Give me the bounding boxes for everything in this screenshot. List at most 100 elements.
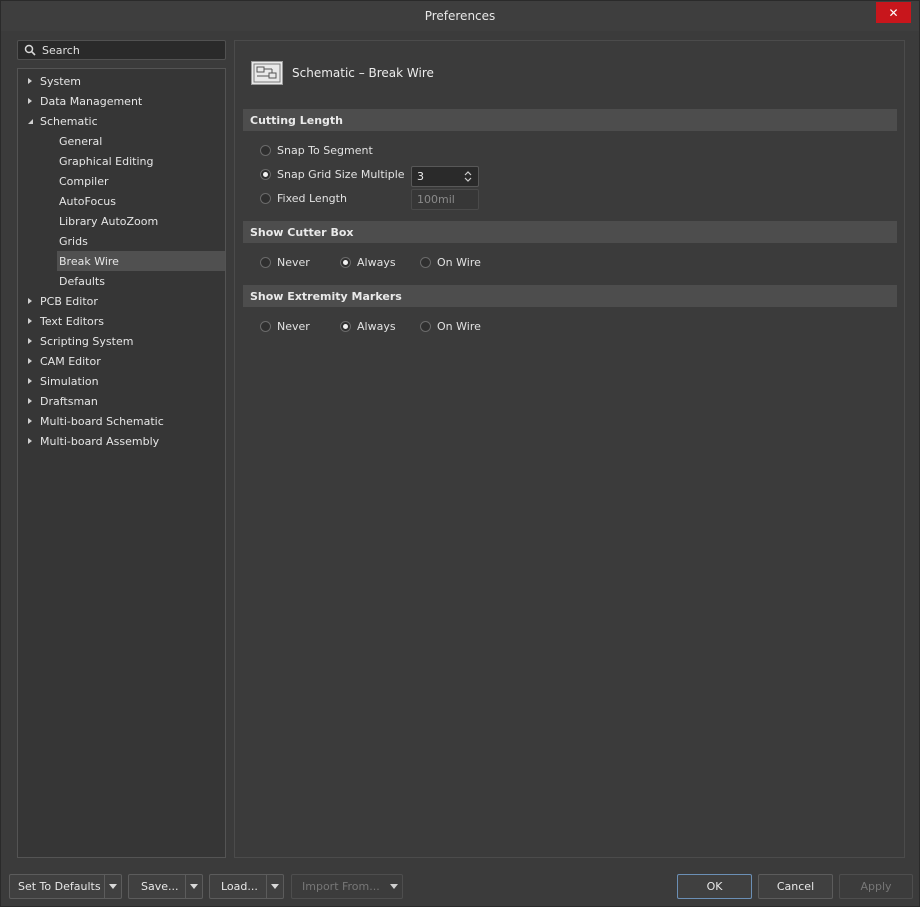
tree-item-label: CAM Editor: [40, 354, 101, 368]
preferences-dialog: Preferences ✕ System Data Management Sch…: [0, 0, 920, 907]
tree-item-library-autozoom[interactable]: Library AutoZoom: [18, 211, 225, 231]
radio-label: On Wire: [437, 256, 481, 269]
tree-item-pcb-editor[interactable]: PCB Editor: [18, 291, 225, 311]
spin-arrows-icon[interactable]: [464, 170, 472, 183]
settings-panel: Schematic – Break Wire Cutting Length Sn…: [234, 40, 905, 858]
radio-label: Always: [357, 256, 396, 269]
tree-item-label: Graphical Editing: [59, 154, 154, 168]
tree-item-graphical-editing[interactable]: Graphical Editing: [18, 151, 225, 171]
section-show-cutter-box: Show Cutter Box: [243, 221, 897, 243]
snap-grid-multiple-spinbox[interactable]: 3: [411, 166, 479, 187]
expand-arrow-icon[interactable]: [26, 437, 34, 445]
button-label: Load...: [221, 880, 258, 893]
radio-button[interactable]: [260, 169, 271, 180]
load-button[interactable]: Load...: [209, 874, 284, 899]
tree-item-label: AutoFocus: [59, 194, 116, 208]
save-dropdown[interactable]: [185, 875, 202, 898]
search-input[interactable]: [42, 43, 212, 57]
radio-extremity-always[interactable]: Always: [340, 320, 396, 333]
tree-item-compiler[interactable]: Compiler: [18, 171, 225, 191]
tree-item-label: Data Management: [40, 94, 143, 108]
set-to-defaults-dropdown[interactable]: [104, 875, 121, 898]
fixed-length-value: 100mil: [417, 193, 455, 206]
radio-label: Never: [277, 256, 310, 269]
tree-item-grids[interactable]: Grids: [18, 231, 225, 251]
tree-item-multi-board-assembly[interactable]: Multi-board Assembly: [18, 431, 225, 451]
tree-item-label: Multi-board Schematic: [40, 414, 164, 428]
expand-arrow-icon[interactable]: [26, 357, 34, 365]
tree-item-data-management[interactable]: Data Management: [18, 91, 225, 111]
radio-button[interactable]: [340, 321, 351, 332]
radio-cutter-never[interactable]: Never: [260, 256, 310, 269]
radio-button[interactable]: [420, 321, 431, 332]
button-label: Set To Defaults: [18, 880, 101, 893]
radio-button[interactable]: [260, 321, 271, 332]
collapse-arrow-icon[interactable]: [26, 117, 34, 125]
radio-snap-grid-size-multiple[interactable]: Snap Grid Size Multiple: [260, 168, 405, 181]
tree-item-label: Compiler: [59, 174, 109, 188]
load-dropdown[interactable]: [266, 875, 283, 898]
expand-arrow-icon[interactable]: [26, 297, 34, 305]
button-label: OK: [706, 880, 723, 893]
section-heading: Cutting Length: [250, 113, 343, 127]
tree-item-multi-board-schematic[interactable]: Multi-board Schematic: [18, 411, 225, 431]
expand-arrow-icon[interactable]: [26, 97, 34, 105]
dropdown-arrow-icon: [109, 884, 117, 889]
section-cutting-length: Cutting Length: [243, 109, 897, 131]
radio-label: Always: [357, 320, 396, 333]
expand-arrow-icon[interactable]: [26, 417, 34, 425]
section-heading: Show Extremity Markers: [250, 289, 402, 303]
expand-arrow-icon[interactable]: [26, 377, 34, 385]
radio-extremity-on-wire[interactable]: On Wire: [420, 320, 481, 333]
radio-label: Snap Grid Size Multiple: [277, 168, 405, 181]
search-field[interactable]: [17, 40, 226, 60]
button-label: Save...: [141, 880, 179, 893]
tree-item-system[interactable]: System: [18, 71, 225, 91]
radio-extremity-never[interactable]: Never: [260, 320, 310, 333]
ok-button[interactable]: OK: [677, 874, 752, 899]
expand-arrow-icon[interactable]: [26, 77, 34, 85]
set-to-defaults-button[interactable]: Set To Defaults: [9, 874, 122, 899]
tree-item-simulation[interactable]: Simulation: [18, 371, 225, 391]
tree-item-text-editors[interactable]: Text Editors: [18, 311, 225, 331]
tree-item-defaults[interactable]: Defaults: [18, 271, 225, 291]
radio-button[interactable]: [420, 257, 431, 268]
apply-button: Apply: [839, 874, 913, 899]
tree-item-scripting-system[interactable]: Scripting System: [18, 331, 225, 351]
expand-arrow-icon[interactable]: [26, 337, 34, 345]
import-from-dropdown: [385, 875, 402, 898]
tree-item-draftsman[interactable]: Draftsman: [18, 391, 225, 411]
category-tree[interactable]: System Data Management Schematic General…: [17, 68, 226, 858]
tree-item-label: Library AutoZoom: [59, 214, 159, 228]
radio-cutter-always[interactable]: Always: [340, 256, 396, 269]
expand-arrow-icon[interactable]: [26, 397, 34, 405]
dropdown-arrow-icon: [190, 884, 198, 889]
radio-label: Snap To Segment: [277, 144, 373, 157]
radio-button[interactable]: [260, 193, 271, 204]
page-title: Schematic – Break Wire: [292, 66, 434, 80]
tree-item-label: Grids: [59, 234, 88, 248]
radio-fixed-length[interactable]: Fixed Length: [260, 192, 347, 205]
radio-snap-to-segment[interactable]: Snap To Segment: [260, 144, 373, 157]
dropdown-arrow-icon: [389, 884, 398, 889]
title-bar: Preferences ✕: [1, 1, 919, 31]
radio-label: Fixed Length: [277, 192, 347, 205]
cancel-button[interactable]: Cancel: [758, 874, 833, 899]
radio-button[interactable]: [260, 257, 271, 268]
save-button[interactable]: Save...: [128, 874, 203, 899]
radio-button[interactable]: [340, 257, 351, 268]
tree-item-break-wire[interactable]: Break Wire: [57, 251, 225, 271]
expand-arrow-icon[interactable]: [26, 317, 34, 325]
close-button[interactable]: ✕: [876, 2, 911, 23]
tree-item-schematic[interactable]: Schematic: [18, 111, 225, 131]
radio-button[interactable]: [260, 145, 271, 156]
tree-item-cam-editor[interactable]: CAM Editor: [18, 351, 225, 371]
tree-item-label: PCB Editor: [40, 294, 98, 308]
tree-item-autofocus[interactable]: AutoFocus: [18, 191, 225, 211]
fixed-length-input: 100mil: [411, 189, 479, 210]
dropdown-arrow-icon: [271, 884, 279, 889]
tree-item-general[interactable]: General: [18, 131, 225, 151]
radio-cutter-on-wire[interactable]: On Wire: [420, 256, 481, 269]
search-icon: [24, 44, 36, 56]
tree-item-label: Multi-board Assembly: [40, 434, 160, 448]
